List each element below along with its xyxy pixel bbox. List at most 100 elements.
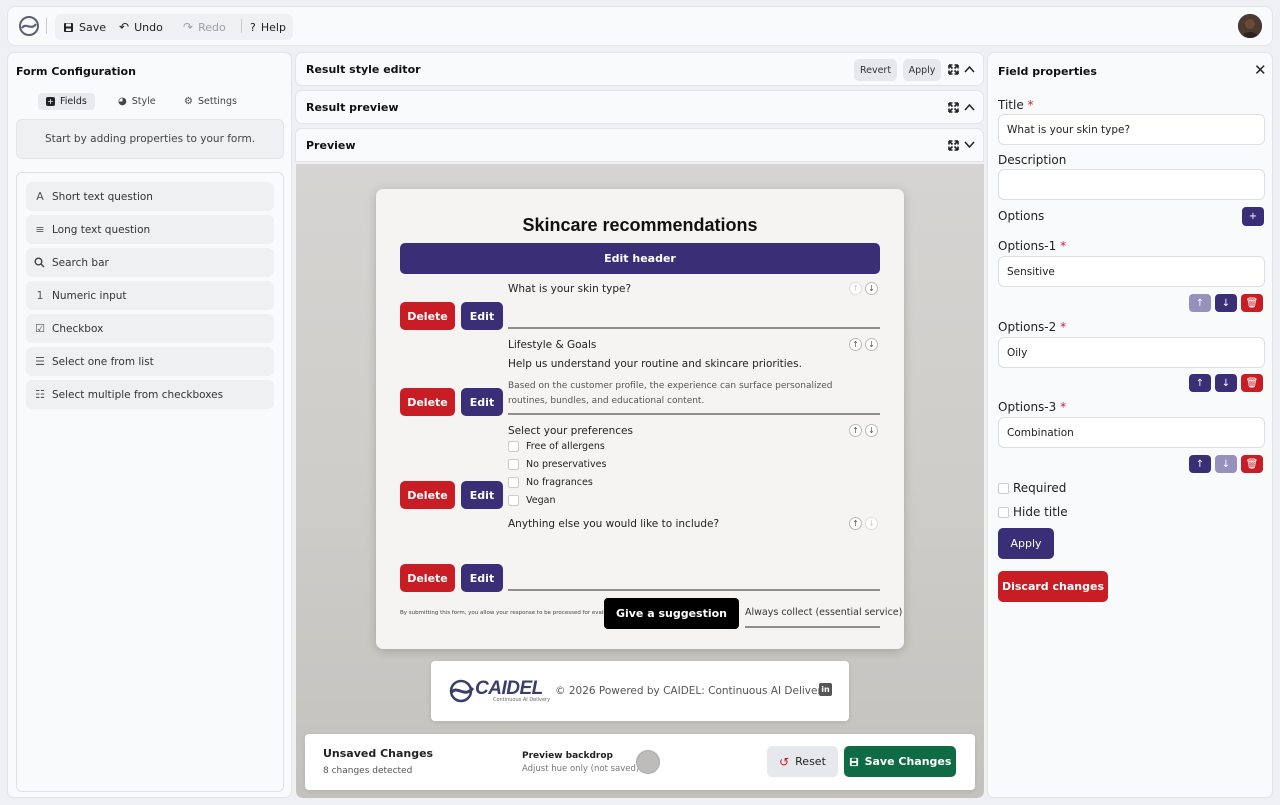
apply-style-button[interactable]: Apply xyxy=(903,59,941,81)
checkbox-box[interactable] xyxy=(508,441,519,452)
tab-fields[interactable]: + Fields xyxy=(38,93,95,110)
chevron-up-icon[interactable] xyxy=(964,103,975,111)
save-button[interactable]: Save xyxy=(63,14,106,40)
option-move-down-button[interactable]: ↓ xyxy=(1215,294,1237,312)
save-changes-button[interactable]: Save Changes xyxy=(844,746,956,777)
long-text-input[interactable] xyxy=(508,413,880,415)
expand-icon[interactable] xyxy=(948,140,959,151)
arrow-up-icon[interactable]: ↑ xyxy=(849,517,862,530)
list-item-label: Select multiple from checkboxes xyxy=(52,388,224,401)
arrow-down-icon[interactable]: ↓ xyxy=(865,517,878,530)
arrow-down-icon[interactable]: ↓ xyxy=(865,282,878,295)
toolbar-divider xyxy=(241,19,242,33)
backdrop-hue-picker[interactable] xyxy=(636,750,660,774)
option-move-up-button[interactable]: ↑ xyxy=(1189,455,1211,473)
short-text-input[interactable] xyxy=(508,327,880,329)
field-type-select-multiple[interactable]: ☷ Select multiple from checkboxes xyxy=(26,380,274,409)
help-button[interactable]: ? Help xyxy=(250,14,286,40)
title-input[interactable]: What is your skin type? xyxy=(998,114,1265,145)
option-move-down-button[interactable]: ↓ xyxy=(1215,455,1237,473)
option-label: Options-3 * xyxy=(998,400,1066,414)
lines-icon: ≡ xyxy=(35,223,45,236)
arrow-up-icon[interactable]: ↑ xyxy=(849,338,862,351)
label-text: Options-3 xyxy=(998,400,1057,414)
revert-button[interactable]: Revert xyxy=(854,59,897,81)
option-input[interactable]: Oily xyxy=(998,337,1265,368)
preview-bar[interactable]: Preview xyxy=(295,128,984,162)
preference-checkbox[interactable]: No preservatives xyxy=(508,459,606,470)
discard-changes-button[interactable]: Discard changes xyxy=(998,571,1108,602)
option-move-up-button[interactable]: ↑ xyxy=(1189,374,1211,392)
hide-title-checkbox[interactable]: Hide title xyxy=(998,505,1068,519)
expand-icon[interactable] xyxy=(948,102,959,113)
list-item-label: Short text question xyxy=(52,190,153,203)
close-icon[interactable]: ✕ xyxy=(1254,63,1267,78)
edit-button[interactable]: Edit xyxy=(461,388,503,416)
tab-settings[interactable]: ⚙ Settings xyxy=(176,93,245,110)
numeric-icon: 1 xyxy=(36,289,44,302)
chevron-up-icon[interactable] xyxy=(964,65,975,73)
question-label: Lifestyle & Goals xyxy=(508,339,597,351)
undo-button[interactable]: ↶ Undo xyxy=(119,14,163,40)
list-item-label: Long text question xyxy=(52,223,151,236)
form-title: Skincare recommendations xyxy=(522,215,758,235)
delete-button[interactable]: Delete xyxy=(400,388,455,416)
option-move-up-button[interactable]: ↑ xyxy=(1189,294,1211,312)
field-type-numeric[interactable]: 1 Numeric input xyxy=(26,281,274,310)
option-input[interactable]: Sensitive xyxy=(998,256,1265,287)
checkbox-icon: ☑ xyxy=(35,322,45,335)
checkbox-box[interactable] xyxy=(508,477,519,488)
result-preview-bar[interactable]: Result preview xyxy=(295,90,984,124)
option-delete-button[interactable]: 🗑 xyxy=(1241,455,1263,473)
checkbox-box[interactable] xyxy=(998,482,1009,494)
field-type-select-one[interactable]: ☰ Select one from list xyxy=(26,347,274,376)
question-reorder: ↑ ↓ xyxy=(849,338,878,351)
arrow-up-icon[interactable]: ↑ xyxy=(849,424,862,437)
delete-button[interactable]: Delete xyxy=(400,302,455,330)
edit-button[interactable]: Edit xyxy=(461,564,503,592)
chevron-down-icon[interactable] xyxy=(964,141,975,149)
edit-button[interactable]: Edit xyxy=(461,481,503,509)
copyright-text: © 2026 Powered by CAIDEL: Continuous AI … xyxy=(555,685,828,697)
required-checkbox[interactable]: Required xyxy=(998,481,1066,495)
delete-button[interactable]: Delete xyxy=(400,564,455,592)
arrow-down-icon[interactable]: ↓ xyxy=(865,338,878,351)
field-type-checkbox[interactable]: ☑ Checkbox xyxy=(26,314,274,343)
option-input[interactable]: Combination xyxy=(998,417,1265,448)
avatar[interactable] xyxy=(1238,14,1262,38)
field-type-search-bar[interactable]: Search bar xyxy=(26,248,274,277)
long-text-input[interactable] xyxy=(508,589,880,591)
preference-checkbox[interactable]: Free of allergens xyxy=(508,441,605,452)
arrow-up-icon[interactable]: ↑ xyxy=(849,282,862,295)
field-type-short-text[interactable]: A Short text question xyxy=(26,182,274,211)
linkedin-icon[interactable]: in xyxy=(819,683,832,696)
description-input[interactable] xyxy=(998,169,1265,200)
edit-button[interactable]: Edit xyxy=(461,302,503,330)
delete-button[interactable]: Delete xyxy=(400,481,455,509)
preference-checkbox[interactable]: Vegan xyxy=(508,495,555,506)
option-delete-button[interactable]: 🗑 xyxy=(1241,374,1263,392)
expand-icon[interactable] xyxy=(948,64,959,75)
apply-button[interactable]: Apply xyxy=(998,528,1054,559)
checkbox-box[interactable] xyxy=(508,459,519,470)
edit-header-button[interactable]: Edit header xyxy=(400,243,880,274)
backdrop-label: Preview backdrop xyxy=(522,751,613,761)
option-move-down-button[interactable]: ↓ xyxy=(1215,374,1237,392)
reset-button[interactable]: ↺ Reset xyxy=(767,746,838,777)
result-style-editor-bar[interactable]: Result style editor Revert Apply xyxy=(295,52,984,86)
tab-style[interactable]: ◕ Style xyxy=(110,93,164,110)
checkbox-box[interactable] xyxy=(998,506,1009,518)
preference-checkbox[interactable]: No fragrances xyxy=(508,477,593,488)
app-logo-icon[interactable] xyxy=(18,15,40,37)
section-title: Preview xyxy=(306,138,356,152)
redo-button[interactable]: ↷ Redo xyxy=(183,14,226,40)
field-type-long-text[interactable]: ≡ Long text question xyxy=(26,215,274,244)
checkbox-box[interactable] xyxy=(508,495,519,506)
toolbar-actions: Save ↶ Undo ↷ Redo ? Help xyxy=(55,14,293,40)
collect-select[interactable] xyxy=(745,626,880,628)
arrow-down-icon[interactable]: ↓ xyxy=(865,424,878,437)
give-suggestion-button[interactable]: Give a suggestion xyxy=(604,598,739,629)
add-option-button[interactable]: + xyxy=(1242,207,1264,226)
option-delete-button[interactable]: 🗑 xyxy=(1241,294,1263,312)
always-collect-label: Always collect (essential service) xyxy=(745,607,903,618)
